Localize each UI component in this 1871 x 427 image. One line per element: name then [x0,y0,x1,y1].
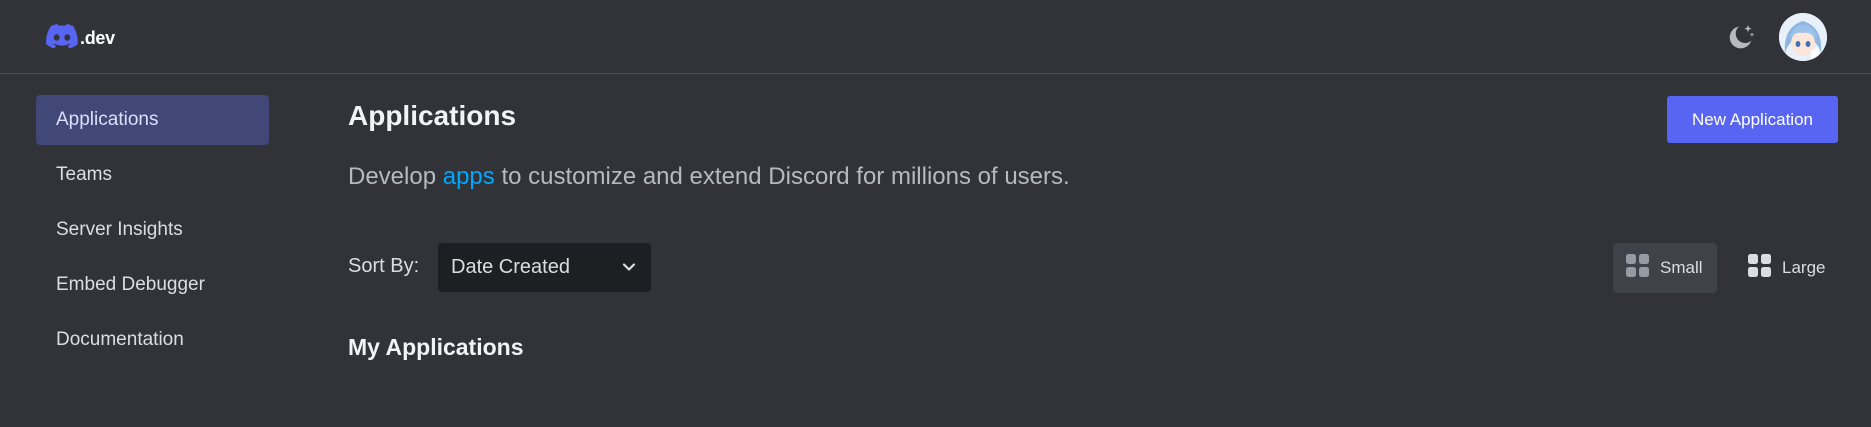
sort-by-select[interactable]: Date Created [438,243,651,292]
grid-small-icon [1626,253,1650,283]
page-description: Develop apps to customize and extend Dis… [348,163,1070,191]
top-bar: .dev [0,0,1871,74]
my-applications-heading: My Applications [348,334,524,360]
sidebar-item-server-insights[interactable]: Server Insights [36,205,269,255]
sidebar-item-teams[interactable]: Teams [36,150,269,200]
theme-toggle-button[interactable] [1726,22,1756,52]
grid-large-icon [1748,253,1772,283]
sidebar-item-embed-debugger[interactable]: Embed Debugger [36,260,269,310]
view-small-label: Small [1660,258,1703,277]
description-text-before: Develop [348,163,443,190]
discord-dev-logo[interactable]: .dev [46,24,115,53]
sort-selected-value: Date Created [451,256,570,278]
moon-stars-icon [1726,25,1756,56]
new-application-button[interactable]: New Application [1667,96,1838,143]
logo-text: .dev [80,28,115,48]
sidebar-item-documentation[interactable]: Documentation [36,315,269,365]
sidebar: Applications Teams Server Insights Embed… [36,95,269,370]
description-text-after: to customize and extend Discord for mill… [494,163,1070,190]
apps-link[interactable]: apps [443,163,495,190]
chevron-down-icon [621,259,637,280]
avatar-image [1779,13,1827,61]
view-large-button[interactable]: Large [1735,243,1835,293]
sidebar-item-applications[interactable]: Applications [36,95,269,145]
avatar[interactable] [1779,13,1827,61]
page-title: Applications [348,100,517,131]
view-large-label: Large [1782,258,1826,277]
discord-icon [46,24,78,53]
sort-by-label: Sort By: [348,255,420,277]
view-small-button[interactable]: Small [1613,243,1717,293]
